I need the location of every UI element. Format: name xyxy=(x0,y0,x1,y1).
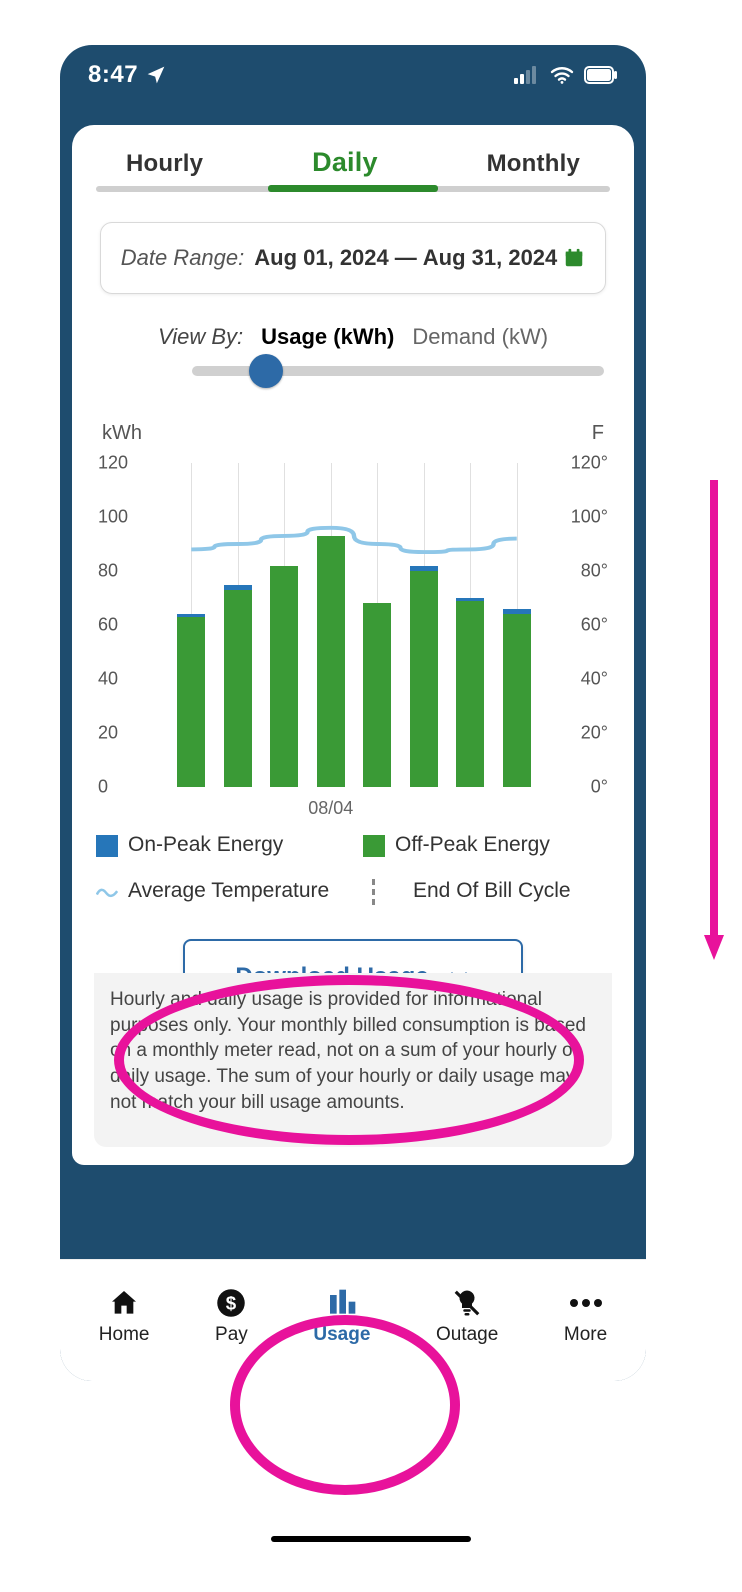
date-sep: — xyxy=(395,245,417,271)
annotation-arrow xyxy=(702,480,726,960)
view-by-usage[interactable]: Usage (kWh) xyxy=(261,324,394,350)
legend-billcycle: End Of Bill Cycle xyxy=(363,879,610,905)
status-time: 8:47 xyxy=(88,61,138,89)
nav-home[interactable]: Home xyxy=(99,1286,150,1346)
y-left-tick: 120 xyxy=(98,453,128,474)
view-by-row: View By: Usage (kWh) Demand (kW) xyxy=(96,324,610,350)
svg-text:$: $ xyxy=(226,1292,237,1313)
x-tick: 08/04 xyxy=(308,798,353,819)
view-by-demand[interactable]: Demand (kW) xyxy=(412,324,548,350)
nav-more[interactable]: More xyxy=(564,1286,607,1346)
home-indicator xyxy=(271,1536,471,1542)
y-right-tick: 60° xyxy=(581,615,608,636)
nav-usage[interactable]: Usage xyxy=(313,1286,370,1346)
date-start: Aug 01, 2024 xyxy=(254,245,389,271)
legend-offpeak: Off-Peak Energy xyxy=(363,833,610,857)
battery-icon xyxy=(584,66,618,84)
usage-chart[interactable]: 08/04 0204060801001200°20°40°60°80°100°1… xyxy=(98,449,608,813)
dollar-circle-icon: $ xyxy=(216,1288,246,1318)
y-left-title: kWh xyxy=(102,422,142,445)
dashed-line-icon xyxy=(372,879,394,905)
nav-outage[interactable]: Outage xyxy=(436,1286,498,1346)
y-left-tick: 0 xyxy=(98,777,108,798)
view-by-label: View By: xyxy=(158,324,243,350)
home-icon xyxy=(108,1287,140,1319)
slider-knob[interactable] xyxy=(249,354,283,388)
phone-frame: 8:47 xyxy=(60,45,646,1381)
chart-legend: On-Peak Energy Off-Peak Energy Average T… xyxy=(96,833,610,905)
y-right-tick: 0° xyxy=(591,777,608,798)
range-tabs: Hourly Daily Monthly xyxy=(96,147,610,184)
usage-card: Hourly Daily Monthly Date Range: Aug 01,… xyxy=(72,125,634,1165)
tab-monthly[interactable]: Monthly xyxy=(487,150,580,184)
status-bar: 8:47 xyxy=(60,45,646,105)
square-icon xyxy=(363,835,385,857)
y-right-tick: 120° xyxy=(571,453,608,474)
tab-hourly[interactable]: Hourly xyxy=(126,150,203,184)
temperature-line xyxy=(168,463,540,787)
view-by-slider[interactable] xyxy=(192,358,604,384)
y-right-tick: 80° xyxy=(581,561,608,582)
disclaimer-text: Hourly and daily usage is provided for i… xyxy=(94,973,612,1147)
y-right-tick: 100° xyxy=(571,507,608,528)
tab-daily[interactable]: Daily xyxy=(312,147,378,184)
date-range-picker[interactable]: Date Range: Aug 01, 2024 — Aug 31, 2024 xyxy=(100,222,606,294)
wave-icon xyxy=(96,881,118,903)
date-range-label: Date Range: xyxy=(121,245,245,271)
y-right-tick: 20° xyxy=(581,723,608,744)
bulb-slash-icon xyxy=(452,1288,482,1318)
bar-chart-icon xyxy=(326,1287,358,1319)
y-left-tick: 40 xyxy=(98,669,118,690)
y-left-tick: 100 xyxy=(98,507,128,528)
y-left-tick: 60 xyxy=(98,615,118,636)
calendar-icon xyxy=(563,247,585,269)
wifi-icon xyxy=(550,66,574,84)
tab-indicator xyxy=(96,186,610,192)
bottom-nav: Home $ Pay Usage Outage More xyxy=(60,1259,646,1381)
date-end: Aug 31, 2024 xyxy=(423,245,558,271)
y-left-tick: 80 xyxy=(98,561,118,582)
location-arrow-icon xyxy=(146,65,166,85)
y-right-tick: 40° xyxy=(581,669,608,690)
nav-pay[interactable]: $ Pay xyxy=(215,1286,248,1346)
y-left-tick: 20 xyxy=(98,723,118,744)
legend-temp: Average Temperature xyxy=(96,879,343,905)
cellular-icon xyxy=(514,66,540,84)
y-right-title: F xyxy=(592,422,604,445)
ellipsis-icon xyxy=(569,1297,603,1309)
legend-onpeak: On-Peak Energy xyxy=(96,833,343,857)
square-icon xyxy=(96,835,118,857)
